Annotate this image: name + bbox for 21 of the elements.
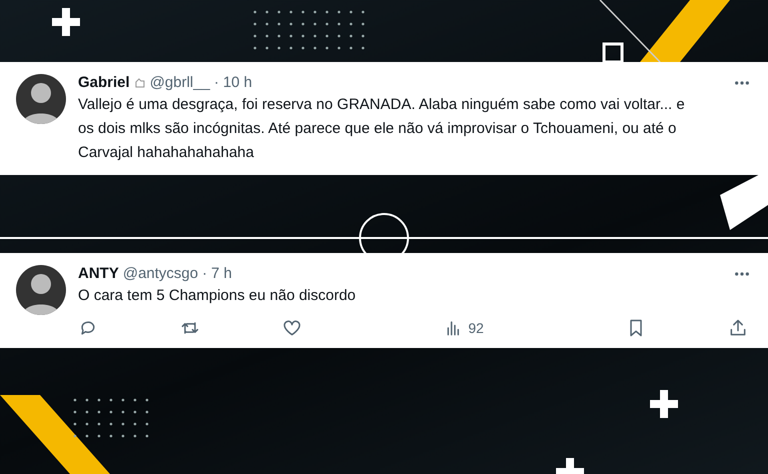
- user-handle[interactable]: @antycsgo: [122, 265, 198, 282]
- post-time[interactable]: 7 h: [211, 265, 232, 282]
- plus-shape: [52, 8, 80, 36]
- views-button[interactable]: 92: [444, 318, 484, 338]
- more-options-icon[interactable]: [734, 272, 750, 276]
- more-options-icon[interactable]: [734, 80, 750, 84]
- share-icon[interactable]: [728, 318, 748, 338]
- plus-shape: [650, 390, 678, 418]
- separator-dot: ·: [202, 265, 208, 282]
- separator-dot: ·: [214, 74, 219, 91]
- post-time[interactable]: 10 h: [222, 74, 252, 91]
- author-name[interactable]: ANTY: [78, 265, 119, 282]
- diagonal-line: [599, 0, 661, 63]
- user-handle[interactable]: @gbrll__: [150, 74, 210, 91]
- tweet-text: O cara tem 5 Champions eu não discordo: [78, 286, 357, 306]
- plus-shape: [556, 458, 584, 474]
- author-name[interactable]: Gabriel: [78, 74, 130, 91]
- heart-icon[interactable]: [282, 318, 302, 338]
- avatar-silhouette: [16, 74, 66, 124]
- tweet-text: Vallejo é uma desgraça, foi reserva no GRANADA. Alaba ninguém sabe como vai voltar... e os dois mlks são incógnitas. Até parece que ele não vá improvisar o Tchouameni, ou até o Carvajal hahahahahahaha: [78, 95, 686, 163]
- avatar-silhouette: [16, 265, 66, 315]
